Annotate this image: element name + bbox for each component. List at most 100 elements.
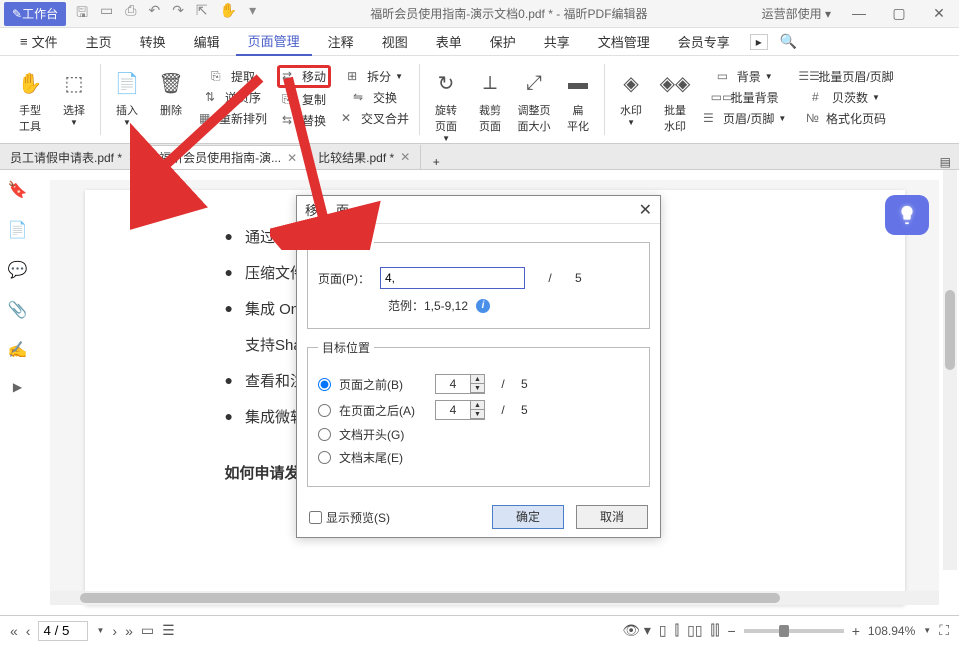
add-tab-button[interactable]: + (421, 155, 451, 169)
maximize-button[interactable]: ▢ (879, 5, 919, 22)
next-page-button[interactable]: › (112, 623, 117, 639)
ok-button[interactable]: 确定 (492, 505, 564, 529)
save-icon[interactable]: 🖫 (76, 2, 88, 26)
search-icon[interactable]: 🔍 (780, 33, 797, 50)
radio-input[interactable] (318, 404, 331, 417)
crop-button[interactable]: ⟂裁剪 页面 (472, 62, 508, 136)
scrollbar-thumb[interactable] (80, 593, 780, 603)
menu-form[interactable]: 表单 (424, 28, 474, 55)
info-icon[interactable]: i (476, 299, 490, 313)
open-icon[interactable]: ▭ (100, 2, 113, 26)
merge-button[interactable]: ✕交叉合并 (339, 109, 411, 128)
document-tab[interactable]: 比较结果.pdf *✕ (308, 145, 421, 169)
menu-vip[interactable]: 会员专享 (666, 28, 742, 55)
user-label[interactable]: 运营部使用 ▾ (762, 5, 831, 22)
comments-icon[interactable]: 💬 (8, 260, 28, 280)
previous-page-button[interactable]: ‹ (26, 623, 31, 639)
spin-up-icon[interactable]: ▲ (471, 401, 484, 410)
zoom-out-button[interactable]: − (728, 623, 736, 639)
view-mode-icon[interactable]: ☰ (162, 622, 175, 639)
layout-single-icon[interactable]: ▯ (659, 622, 667, 639)
fullscreen-button[interactable]: ⛶ (939, 622, 949, 639)
zoom-slider-knob[interactable] (779, 625, 789, 637)
spin-down-icon[interactable]: ▼ (471, 410, 484, 419)
page-number-input[interactable] (38, 621, 88, 641)
cancel-button[interactable]: 取消 (576, 505, 648, 529)
export-icon[interactable]: ⇱ (196, 2, 208, 26)
radio-doc-start[interactable]: 文档开头(G) (318, 426, 639, 443)
attachments-icon[interactable]: 📎 (8, 300, 28, 320)
layout-facing-icon[interactable]: ▯▯ (687, 622, 702, 639)
page-spinner[interactable]: 4▲▼ (435, 374, 485, 394)
expand-sidenav-icon[interactable]: ▶ (13, 380, 22, 394)
format-pagenum-button[interactable]: №格式化页码 (804, 109, 888, 128)
spin-down-icon[interactable]: ▼ (471, 384, 484, 393)
batch-background-button[interactable]: ▭▭批量背景 (709, 88, 781, 107)
zoom-dropdown-icon[interactable]: ▼ (923, 626, 931, 635)
dialog-close-button[interactable]: ✕ (639, 200, 652, 220)
zoom-in-button[interactable]: + (852, 623, 860, 639)
rearrange-button[interactable]: ▦重新排列 (197, 109, 269, 128)
view-mode-icon[interactable]: ▭ (141, 622, 154, 639)
flatten-button[interactable]: ▬扁 平化 (560, 62, 596, 136)
menu-comment[interactable]: 注释 (316, 28, 366, 55)
workspace-button[interactable]: ✎ 工作台 (4, 2, 66, 26)
close-tab-icon[interactable]: ✕ (400, 150, 410, 164)
layout-continuous-icon[interactable]: ⫿ (675, 622, 679, 639)
hint-bulb-button[interactable] (885, 195, 929, 235)
resize-button[interactable]: ⤢调整页 面大小 (516, 62, 552, 136)
visibility-icon[interactable]: 👁 ▾ (622, 622, 651, 639)
file-menu[interactable]: ≡ 文件 (8, 28, 70, 55)
insert-button[interactable]: 📄插入▼ (109, 62, 145, 129)
page-range-input[interactable] (380, 267, 525, 289)
radio-before-page[interactable]: 页面之前(B) 4▲▼ / 5 (318, 374, 639, 394)
first-page-button[interactable]: « (10, 623, 18, 639)
zoom-slider[interactable] (744, 629, 844, 633)
menu-view[interactable]: 视图 (370, 28, 420, 55)
horizontal-scrollbar[interactable] (50, 591, 939, 605)
print-icon[interactable]: ⎙ (125, 2, 136, 26)
redo-icon[interactable]: ↷ (172, 2, 184, 26)
menu-scroll-right[interactable]: ▸ (750, 34, 768, 50)
layout-facing-continuous-icon[interactable]: ⫿⫿ (711, 622, 720, 639)
rotate-button[interactable]: ↻旋转 页面▼ (428, 62, 464, 145)
menu-page-management[interactable]: 页面管理 (236, 27, 312, 56)
last-page-button[interactable]: » (125, 623, 133, 639)
close-window-button[interactable]: ✕ (919, 5, 959, 22)
radio-input[interactable] (318, 428, 331, 441)
batch-header-footer-button[interactable]: ☰☰批量页眉/页脚 (796, 67, 895, 86)
page-spinner[interactable]: 4▲▼ (435, 400, 485, 420)
move-button[interactable]: ⇄移动 (277, 65, 331, 88)
qa-dropdown-icon[interactable]: ▾ (249, 2, 256, 26)
pages-icon[interactable]: 📄 (8, 220, 28, 240)
menu-convert[interactable]: 转换 (128, 28, 178, 55)
undo-icon[interactable]: ↶ (148, 2, 160, 26)
background-button[interactable]: ▭背景 ▼ (715, 67, 775, 86)
split-button[interactable]: ⊞拆分 ▼ (345, 67, 405, 86)
replace-button[interactable]: ⇆替换 (280, 111, 328, 130)
minimize-button[interactable]: — (839, 5, 879, 22)
radio-after-page[interactable]: 在页面之后(A) 4▲▼ / 5 (318, 400, 639, 420)
vertical-scrollbar[interactable] (943, 170, 957, 570)
menu-protect[interactable]: 保护 (478, 28, 528, 55)
hand-tool-button[interactable]: ✋手型 工具 (12, 62, 48, 136)
copy-button[interactable]: ⎘复制 (280, 90, 328, 109)
document-tab[interactable]: 员工请假申请表.pdf *✕ (0, 145, 149, 169)
header-footer-button[interactable]: ☰页眉/页脚 ▼ (701, 109, 788, 128)
menu-share[interactable]: 共享 (532, 28, 582, 55)
signature-icon[interactable]: ✍ (8, 340, 28, 360)
close-tab-icon[interactable]: ✕ (128, 150, 138, 164)
delete-button[interactable]: 🗑删除 (153, 62, 189, 120)
bates-button[interactable]: #贝茨数 ▼ (810, 88, 882, 107)
zoom-level-label[interactable]: 108.94% (868, 624, 915, 638)
scrollbar-thumb[interactable] (945, 290, 955, 370)
swap-button[interactable]: ⇋交换 (351, 88, 399, 107)
reverse-button[interactable]: ⇅逆页序 (203, 88, 263, 107)
show-preview-checkbox[interactable]: 显示预览(S) (309, 509, 390, 526)
hand-icon[interactable]: ✋ (220, 2, 237, 26)
watermark-button[interactable]: ◈水印▼ (613, 62, 649, 129)
close-tab-icon[interactable]: ✕ (287, 151, 297, 165)
tab-overflow-icon[interactable]: ▤ (940, 155, 951, 169)
bookmark-icon[interactable]: 🔖 (8, 180, 28, 200)
menu-docmgmt[interactable]: 文档管理 (586, 28, 662, 55)
